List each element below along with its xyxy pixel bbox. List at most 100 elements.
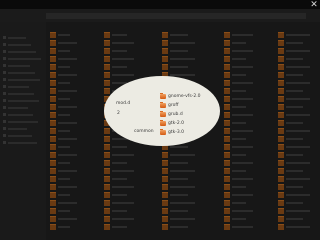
folder-icon — [104, 64, 110, 70]
sidebar-item[interactable] — [8, 107, 28, 109]
folder-icon — [278, 96, 284, 102]
file-name-placeholder — [112, 42, 134, 44]
file-name-placeholder — [286, 162, 310, 164]
folder-icon — [162, 152, 168, 158]
folder-icon — [104, 48, 110, 54]
file-name-placeholder — [286, 130, 310, 132]
sidebar-item[interactable] — [8, 72, 35, 74]
file-name-placeholder — [232, 194, 253, 196]
file-name-placeholder — [286, 226, 310, 228]
sidebar-item[interactable] — [8, 114, 33, 116]
folder-icon — [50, 112, 56, 118]
folder-icon — [50, 56, 56, 62]
file-name-placeholder — [286, 114, 310, 116]
folder-icon — [162, 168, 168, 174]
file-name-placeholder — [58, 210, 70, 212]
folder-item[interactable]: gtk-3.0 — [160, 129, 184, 135]
folder-icon — [162, 184, 168, 190]
file-name-placeholder — [58, 90, 77, 92]
folder-icon — [224, 128, 230, 134]
folder-label-fragment: common — [134, 129, 154, 134]
folder-icon — [224, 168, 230, 174]
file-name-placeholder — [286, 58, 303, 60]
sidebar-item[interactable] — [8, 51, 36, 53]
folder-icon — [104, 80, 110, 86]
folder-icon — [50, 136, 56, 142]
folder-item[interactable]: groff — [160, 102, 178, 108]
file-name-placeholder — [286, 154, 303, 156]
file-name-placeholder — [112, 218, 134, 220]
sidebar-item[interactable] — [8, 58, 41, 60]
file-name-placeholder — [170, 154, 195, 156]
folder-icon — [50, 216, 56, 222]
sidebar-item[interactable] — [8, 44, 31, 46]
sidebar-item[interactable] — [8, 135, 32, 137]
file-name-placeholder — [58, 50, 70, 52]
file-name-placeholder — [170, 194, 188, 196]
file-name-placeholder — [58, 114, 70, 116]
folder-icon — [162, 176, 168, 182]
sidebar-item[interactable] — [8, 128, 27, 130]
folder-icon — [278, 200, 284, 206]
file-name-placeholder — [170, 170, 195, 172]
location-bar[interactable] — [46, 13, 306, 19]
file-name-placeholder — [286, 74, 303, 76]
sidebar-item[interactable] — [8, 93, 34, 95]
folder-icon — [104, 168, 110, 174]
file-name-placeholder — [286, 98, 310, 100]
sidebar-item[interactable] — [8, 37, 26, 39]
folder-icon — [224, 144, 230, 150]
file-name-placeholder — [232, 178, 253, 180]
file-name-placeholder — [112, 50, 127, 52]
folder-icon — [104, 128, 110, 134]
file-name-placeholder — [170, 210, 188, 212]
folder-icon — [50, 184, 56, 190]
file-name-placeholder — [170, 42, 195, 44]
sidebar-item[interactable] — [8, 142, 37, 144]
folder-item[interactable]: gnome-vfs-2.0 — [160, 93, 201, 99]
folder-icon — [224, 40, 230, 46]
folder-icon — [278, 176, 284, 182]
folder-icon — [224, 192, 230, 198]
folder-icon — [160, 102, 166, 108]
folder-icon — [278, 136, 284, 142]
folder-icon — [50, 208, 56, 214]
file-name-placeholder — [58, 58, 77, 60]
folder-icon — [278, 104, 284, 110]
folder-icon — [224, 64, 230, 70]
sidebar-item[interactable] — [8, 65, 30, 67]
folder-label: gtk-2.0 — [168, 121, 185, 126]
file-name-placeholder — [232, 130, 253, 132]
file-name-placeholder — [58, 34, 70, 36]
file-name-placeholder — [58, 194, 70, 196]
folder-icon — [162, 216, 168, 222]
folder-icon — [162, 200, 168, 206]
folder-icon — [162, 160, 168, 166]
folder-icon — [278, 216, 284, 222]
folder-icon — [224, 96, 230, 102]
folder-item[interactable]: grub.d — [160, 111, 183, 117]
folder-icon — [224, 200, 230, 206]
sidebar-item[interactable] — [8, 121, 38, 123]
sidebar-item-icon — [3, 85, 6, 88]
file-name-placeholder — [286, 178, 310, 180]
file-name-placeholder — [232, 98, 253, 100]
sidebar-item-icon — [3, 36, 6, 39]
file-name-placeholder — [58, 122, 77, 124]
file-name-placeholder — [58, 74, 77, 76]
folder-icon — [162, 48, 168, 54]
folder-icon — [50, 168, 56, 174]
folder-icon — [50, 32, 56, 38]
folder-item[interactable]: gtk-2.0 — [160, 120, 185, 126]
file-name-placeholder — [232, 42, 246, 44]
folder-icon — [104, 208, 110, 214]
sidebar-item[interactable] — [8, 86, 29, 88]
folder-icon — [104, 224, 110, 230]
folder-icon — [104, 160, 110, 166]
folder-icon — [278, 184, 284, 190]
folder-icon — [224, 48, 230, 54]
sidebar-item-icon — [3, 78, 6, 81]
sidebar-item[interactable] — [8, 79, 40, 81]
sidebar-item[interactable] — [8, 100, 39, 102]
file-name-placeholder — [286, 218, 303, 220]
